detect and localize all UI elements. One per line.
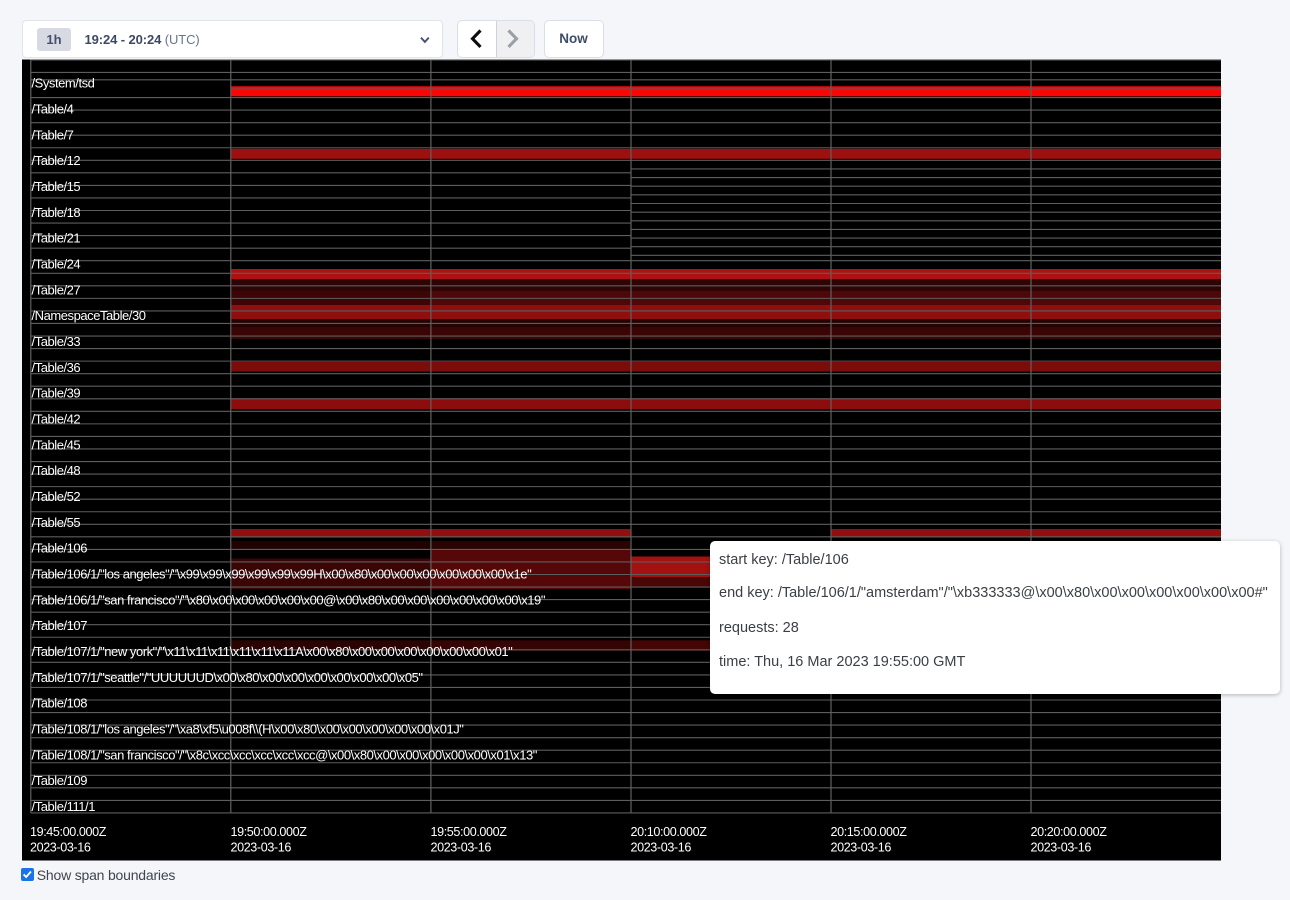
svg-text:/Table/108/1/"los angeles"/"\x: /Table/108/1/"los angeles"/"\xa8\xf5\u00… bbox=[32, 722, 465, 737]
svg-text:/Table/55: /Table/55 bbox=[32, 515, 81, 530]
svg-text:20:10:00.000Z: 20:10:00.000Z bbox=[631, 825, 708, 839]
svg-text:2023-03-16: 2023-03-16 bbox=[631, 841, 692, 855]
svg-text:20:20:00.000Z: 20:20:00.000Z bbox=[1031, 825, 1108, 839]
svg-text:/Table/106/1/"san francisco"/": /Table/106/1/"san francisco"/"\x80\x00\x… bbox=[32, 592, 546, 607]
svg-text:/Table/24: /Table/24 bbox=[32, 257, 81, 272]
svg-text:/Table/36: /Table/36 bbox=[32, 360, 81, 375]
svg-text:/System/tsd: /System/tsd bbox=[32, 76, 95, 91]
svg-text:2023-03-16: 2023-03-16 bbox=[431, 841, 492, 855]
svg-text:/Table/106: /Table/106 bbox=[32, 541, 88, 556]
svg-text:/Table/33: /Table/33 bbox=[32, 334, 81, 349]
svg-text:/Table/18: /Table/18 bbox=[32, 205, 81, 220]
svg-text:20:15:00.000Z: 20:15:00.000Z bbox=[831, 825, 908, 839]
svg-text:/Table/39: /Table/39 bbox=[32, 386, 81, 401]
svg-text:/Table/21: /Table/21 bbox=[32, 231, 81, 246]
svg-text:/Table/4: /Table/4 bbox=[32, 102, 74, 117]
svg-text:/Table/7: /Table/7 bbox=[32, 127, 74, 142]
svg-text:/Table/48: /Table/48 bbox=[32, 463, 81, 478]
svg-text:/Table/108/1/"san francisco"/": /Table/108/1/"san francisco"/"\x8c\xcc\x… bbox=[32, 747, 538, 762]
svg-text:2023-03-16: 2023-03-16 bbox=[831, 841, 892, 855]
svg-text:/Table/107/1/"seattle"/"UUUUUU: /Table/107/1/"seattle"/"UUUUUUD\x00\x80\… bbox=[32, 670, 424, 685]
svg-text:/Table/27: /Table/27 bbox=[32, 282, 81, 297]
svg-text:19:55:00.000Z: 19:55:00.000Z bbox=[431, 825, 508, 839]
svg-text:19:50:00.000Z: 19:50:00.000Z bbox=[231, 825, 308, 839]
svg-text:/NamespaceTable/30: /NamespaceTable/30 bbox=[32, 308, 146, 323]
svg-text:/Table/111/1: /Table/111/1 bbox=[32, 799, 96, 814]
svg-text:2023-03-16: 2023-03-16 bbox=[231, 841, 292, 855]
svg-text:/Table/52: /Table/52 bbox=[32, 489, 81, 504]
svg-text:/Table/42: /Table/42 bbox=[32, 412, 81, 427]
svg-text:2023-03-16: 2023-03-16 bbox=[1031, 841, 1092, 855]
svg-text:/Table/106/1/"los angeles"/"\x: /Table/106/1/"los angeles"/"\x99\x99\x99… bbox=[32, 567, 533, 582]
svg-text:/Table/109: /Table/109 bbox=[32, 773, 88, 788]
svg-text:2023-03-16: 2023-03-16 bbox=[30, 841, 91, 855]
svg-text:/Table/107: /Table/107 bbox=[32, 618, 88, 633]
svg-text:/Table/108: /Table/108 bbox=[32, 696, 88, 711]
svg-text:/Table/15: /Table/15 bbox=[32, 179, 81, 194]
svg-text:/Table/12: /Table/12 bbox=[32, 153, 81, 168]
svg-text:19:45:00.000Z: 19:45:00.000Z bbox=[30, 825, 107, 839]
svg-text:/Table/45: /Table/45 bbox=[32, 437, 81, 452]
svg-text:/Table/107/1/"new york"/"\x11\: /Table/107/1/"new york"/"\x11\x11\x11\x1… bbox=[32, 644, 514, 659]
